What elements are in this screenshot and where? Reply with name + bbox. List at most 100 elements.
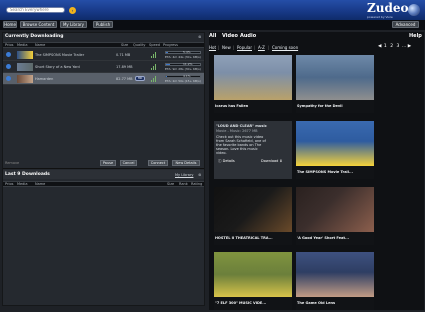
download-name: Hamarden	[35, 77, 54, 81]
download-row[interactable]: The SIMPSONS Movie Trailer 0.71 MB 5.4% …	[3, 49, 204, 61]
filter-popular[interactable]: Popular	[237, 45, 252, 50]
nav-home-button[interactable]: Home	[3, 21, 17, 28]
col-rank[interactable]: Rank	[179, 182, 188, 187]
priority-icon[interactable]	[6, 52, 11, 57]
col-size[interactable]: Size	[121, 43, 128, 48]
card-title[interactable]: The Game Old Lens	[297, 301, 373, 305]
filter-new[interactable]: New	[222, 45, 231, 50]
remove-link[interactable]: Remove	[5, 161, 19, 165]
card-title[interactable]: "7 ELF 300" MUSIC VIDE...	[215, 301, 291, 305]
pause-button[interactable]: Pause	[100, 160, 116, 166]
progress-fill	[166, 64, 170, 65]
content-card-detail[interactable]: "LOUD AND CLEAR" music Movie - Music: 26…	[214, 121, 292, 179]
filter-separator: |	[233, 45, 235, 50]
col-media[interactable]: Media	[17, 182, 28, 187]
priority-icon[interactable]	[6, 76, 11, 81]
col-media[interactable]: Media	[17, 43, 28, 48]
col-size[interactable]: Size	[167, 182, 174, 187]
download-row[interactable]: Short Story of a New Yard 17.89 MB 11.2%…	[3, 61, 204, 73]
advanced-button[interactable]: Advanced	[392, 21, 419, 28]
tab-audio[interactable]: Audio	[240, 33, 256, 39]
speed-bars-icon	[151, 76, 157, 82]
search-input[interactable]: Search Everywhere	[6, 7, 65, 13]
col-name[interactable]: Name	[35, 43, 45, 48]
progress-eta: ETA: 2m 50s (15+ KB/s)	[165, 79, 201, 83]
content-card[interactable]: Icarus has Fallen	[214, 55, 292, 113]
card-title[interactable]: HOSTEL II THEATRICAL TRA...	[215, 236, 291, 240]
zudeo-logo: Zudeo	[367, 1, 409, 15]
priority-icon[interactable]	[6, 64, 11, 69]
pagination: ◀ 1 2 3 … ▶	[378, 44, 411, 49]
card-title[interactable]: Sympathy for the Devil	[297, 104, 373, 108]
progress-percent: 11.2%	[183, 62, 193, 66]
col-prios[interactable]: Prios	[5, 43, 13, 48]
content-card[interactable]: The Game Old Lens	[296, 252, 374, 310]
panel-close-icon[interactable]: ⊗	[198, 34, 201, 39]
globe-icon	[408, 4, 420, 16]
download-link[interactable]: Download ⬇	[261, 159, 282, 163]
content-card[interactable]: 'A Good Year' Short Feat...	[296, 187, 374, 245]
help-link[interactable]: Help	[409, 33, 422, 39]
details-label: Details	[222, 159, 235, 163]
card-thumbnail[interactable]	[214, 55, 292, 100]
download-row[interactable]: Hamarden 82.77 MB HD 4.1% ETA: 2m 50s (1…	[3, 73, 204, 85]
content-card[interactable]: "7 ELF 300" MUSIC VIDE...	[214, 252, 292, 310]
connect-button[interactable]: Connect	[148, 160, 168, 166]
details-link[interactable]: ⓘ Details	[218, 159, 235, 164]
col-quality[interactable]: Quality	[133, 43, 146, 48]
col-prios[interactable]: Prios	[5, 182, 13, 187]
page-1[interactable]: 1	[383, 44, 388, 49]
cancel-button[interactable]: Cancel	[120, 160, 137, 166]
progress-percent: 5.4%	[183, 50, 191, 54]
card-title[interactable]: The SIMPSONS Movie Trail...	[297, 170, 373, 174]
col-rating[interactable]: Rating	[191, 182, 202, 187]
page-3[interactable]: 3	[396, 44, 401, 49]
filter-separator: |	[218, 45, 220, 50]
nav-publish-button[interactable]: Publish	[93, 21, 113, 28]
download-size: 17.89 MB	[116, 65, 133, 69]
card-thumbnail[interactable]	[296, 252, 374, 297]
progress-percent: 4.1%	[183, 74, 191, 78]
filter-separator: |	[254, 45, 256, 50]
col-progress[interactable]: Progress	[163, 43, 178, 48]
next-page-icon[interactable]: ▶	[408, 44, 411, 49]
download-label: Download	[261, 159, 279, 163]
content-card[interactable]: HOSTEL II THEATRICAL TRA...	[214, 187, 292, 245]
downloading-table-header: Prios Media Name Size Quality Speed Prog…	[3, 42, 204, 48]
download-size: 82.77 MB	[116, 77, 133, 81]
panel-close-icon[interactable]: ⊗	[198, 172, 201, 177]
progress-fill	[166, 76, 168, 77]
card-title[interactable]: Icarus has Fallen	[215, 104, 291, 108]
filter-hot[interactable]: Hot	[209, 45, 216, 50]
content-card[interactable]: The SIMPSONS Movie Trail...	[296, 121, 374, 179]
nav-my-library-button[interactable]: My Library	[60, 21, 87, 28]
media-thumbnail	[17, 63, 33, 71]
page-2[interactable]: 2	[389, 44, 394, 49]
card-thumbnail[interactable]	[214, 187, 292, 232]
card-title[interactable]: 'A Good Year' Short Feat...	[297, 236, 373, 240]
col-speed[interactable]: Speed	[149, 43, 160, 48]
download-size: 0.71 MB	[116, 53, 131, 57]
search-go-icon[interactable]: ›	[69, 7, 76, 14]
filter-coming-soon[interactable]: Coming soon	[272, 45, 298, 50]
pane-divider	[3, 168, 204, 169]
media-thumbnail	[17, 75, 33, 83]
card-thumbnail[interactable]	[296, 55, 374, 100]
card-thumbnail[interactable]	[214, 252, 292, 297]
filter-separator: |	[268, 45, 270, 50]
col-name[interactable]: Name	[35, 182, 45, 187]
new-details-button[interactable]: New Details	[172, 160, 200, 166]
card-thumbnail[interactable]	[296, 187, 374, 232]
prev-page-icon[interactable]: ◀	[378, 44, 381, 49]
hd-badge: HD	[135, 76, 145, 81]
filter-a-z[interactable]: A-Z	[258, 45, 265, 50]
last-9-downloads-title: Last 9 Downloads	[5, 172, 50, 177]
tab-video[interactable]: Video	[222, 33, 238, 39]
my-library-link[interactable]: My Library	[175, 173, 193, 177]
download-name: Short Story of a New Yard	[35, 65, 80, 69]
speed-bars-icon	[151, 52, 157, 58]
nav-browse-content-button[interactable]: Browse Content	[20, 21, 57, 28]
card-thumbnail[interactable]	[296, 121, 374, 166]
content-card[interactable]: Sympathy for the Devil	[296, 55, 374, 113]
tab-all[interactable]: All	[209, 33, 216, 39]
